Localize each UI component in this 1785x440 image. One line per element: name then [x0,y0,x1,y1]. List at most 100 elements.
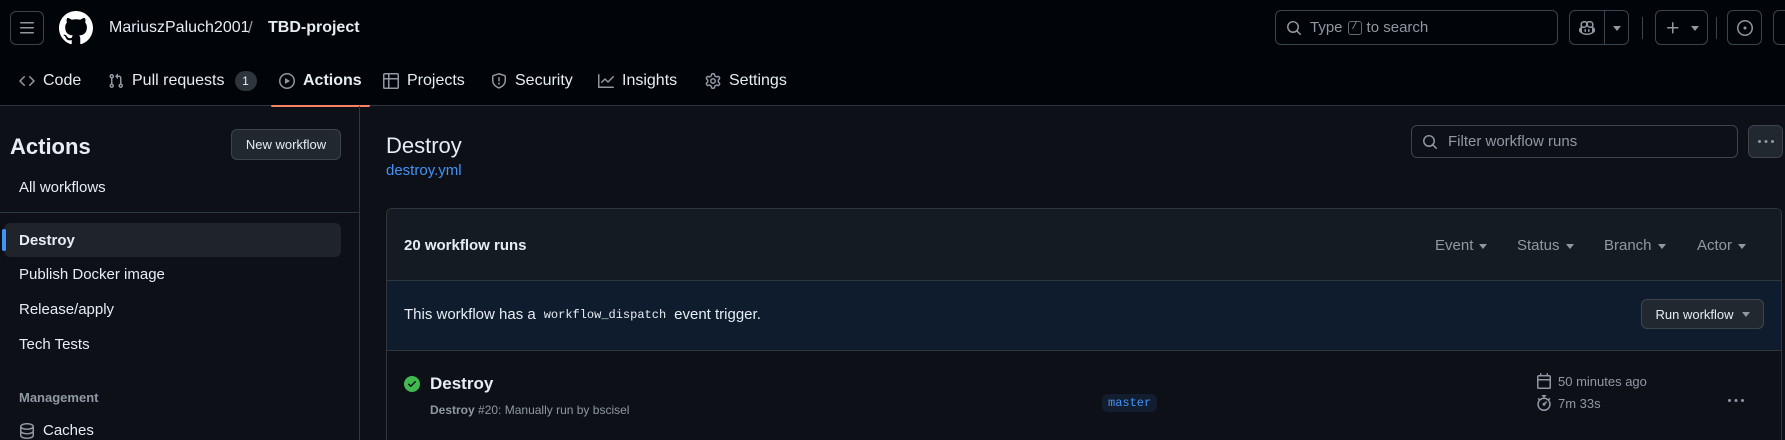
repo-header: MariuszPaluch2001 / TBD-project Type / t… [0,0,1785,107]
issue-opened-icon [1736,19,1753,36]
pull-requests-button[interactable] [1773,10,1785,45]
dropdown-label: Actor [1697,237,1733,254]
plus-icon [1666,21,1678,33]
filter-workflow-runs-input[interactable]: Filter workflow runs [1411,125,1738,158]
github-logo-icon[interactable] [59,11,93,45]
sidebar-item-release-apply[interactable]: Release/apply [4,292,341,326]
dropdown-label: Event [1435,237,1474,254]
tab-pull-requests[interactable]: Pull requests 1 [108,56,257,106]
dispatch-prefix: This workflow has a [404,306,536,323]
sidebar-item-publish-docker-image[interactable]: Publish Docker image [4,257,341,291]
tab-projects[interactable]: Projects [383,56,465,106]
breadcrumb-owner[interactable]: MariuszPaluch2001 [109,19,250,37]
repo-tabs: Code Pull requests 1 Actions Projects Se… [0,56,1785,107]
actor-filter-dropdown[interactable]: Actor [1697,237,1747,254]
new-workflow-button[interactable]: New workflow [231,129,341,160]
tab-label: Security [515,72,573,89]
search-prefix: Type [1310,19,1343,36]
run-detail: #20: Manually run by bscisel [478,403,630,417]
chevron-down-icon [1741,312,1750,317]
workflow-title: Destroy [386,133,462,158]
sidebar-item-all-workflows[interactable]: All workflows [4,170,341,204]
chevron-down-icon [1479,243,1488,249]
sidebar-item-caches[interactable]: Caches [19,422,94,439]
run-workflow-label: Run workflow [1655,306,1734,322]
sidebar-item-tech-tests[interactable]: Tech Tests [4,327,341,361]
stopwatch-icon [1537,395,1551,411]
kebab-horizontal-icon [1757,139,1774,143]
event-filter-dropdown[interactable]: Event [1435,237,1488,254]
copilot-button[interactable] [1570,11,1606,44]
run-workflow-name: Destroy [430,403,475,417]
menu-button[interactable] [10,11,44,45]
sidebar-item-destroy[interactable]: Destroy [2,223,341,257]
search-shortcut-key: / [1347,20,1362,35]
run-more-button[interactable] [1728,393,1744,409]
shield-icon [492,73,506,89]
tab-security[interactable]: Security [491,56,573,106]
sidebar-section-management: Management [19,390,99,405]
tab-label: Actions [303,72,362,89]
tab-label: Pull requests [132,72,225,89]
dispatch-suffix: event trigger. [674,306,761,323]
dropdown-label: Status [1517,237,1560,254]
breadcrumb-separator: / [248,18,253,37]
chevron-down-icon [1612,25,1621,31]
pull-requests-counter: 1 [234,71,257,91]
runs-header: 20 workflow runs Event Status Branch Act… [387,209,1781,281]
sidebar-title: Actions [10,134,91,159]
status-filter-dropdown[interactable]: Status [1517,237,1574,254]
table-icon [383,73,399,89]
chevron-down-icon [1738,243,1747,249]
run-duration: 7m 33s [1536,395,1601,411]
graph-icon [598,74,614,88]
global-search-input[interactable]: Type / to search [1275,10,1558,45]
chevron-down-icon [1565,243,1574,249]
gear-icon [705,73,721,89]
workflows-sidebar: Actions New workflow All workflows Destr… [0,106,360,440]
workflow-runs-panel: 20 workflow runs Event Status Branch Act… [386,208,1782,440]
tab-label: Projects [407,72,465,89]
copilot-button-group [1569,10,1629,45]
database-icon [20,422,34,439]
chevron-down-icon [1657,243,1666,249]
run-workflow-button[interactable]: Run workflow [1641,299,1764,329]
top-bar: MariuszPaluch2001 / TBD-project Type / t… [0,0,1785,56]
kebab-horizontal-icon [1728,399,1744,402]
branch-tag[interactable]: master [1102,394,1158,412]
tab-settings[interactable]: Settings [705,56,787,106]
breadcrumb-repo[interactable]: TBD-project [268,19,360,37]
git-pull-request-icon [109,73,124,89]
search-icon [1287,20,1302,35]
branch-filter-dropdown[interactable]: Branch [1604,237,1666,254]
play-icon [279,73,295,89]
check-circle-fill-icon [404,376,420,392]
header-divider [1716,17,1717,39]
chevron-down-icon [1690,25,1699,31]
copilot-icon [1579,20,1596,35]
runs-count: 20 workflow runs [404,237,527,254]
filter-placeholder: Filter workflow runs [1448,133,1578,150]
more-options-button[interactable] [1748,125,1783,158]
issues-button[interactable] [1727,10,1762,45]
duration-text: 7m 33s [1558,395,1601,411]
dispatch-code: workflow_dispatch [543,307,667,322]
tab-insights[interactable]: Insights [598,56,677,106]
sidebar-item-label: Caches [43,422,94,439]
search-suffix: to search [1366,19,1429,36]
tab-label: Insights [622,72,678,89]
copilot-dropdown-button[interactable] [1605,11,1628,44]
create-new-button[interactable] [1655,10,1708,45]
time-ago-text: 50 minutes ago [1558,373,1647,389]
workflow-file-link[interactable]: destroy.yml [386,162,462,179]
workflow-run-row[interactable]: Destroy Destroy #20: Manually run by bsc… [387,351,1781,440]
workflow-dispatch-banner: This workflow has a workflow_dispatch ev… [387,281,1781,351]
dispatch-message: This workflow has a workflow_dispatch ev… [404,306,761,323]
run-title-link[interactable]: Destroy [430,374,493,394]
tab-code[interactable]: Code [19,56,81,106]
tab-label: Settings [729,72,787,89]
tab-actions[interactable]: Actions [271,56,370,107]
code-icon [19,75,35,87]
run-subtitle: Destroy #20: Manually run by bscisel [430,403,629,417]
run-time-ago: 50 minutes ago [1536,373,1647,389]
